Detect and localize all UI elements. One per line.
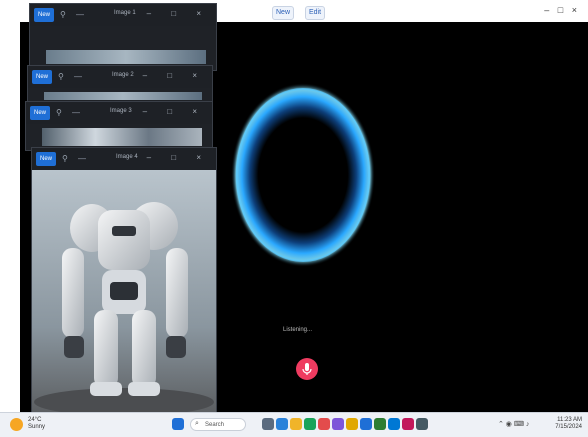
- app-icon-7[interactable]: [388, 418, 400, 430]
- app-icon-2[interactable]: [318, 418, 330, 430]
- orb-ring: [231, 83, 375, 267]
- app-icon-6[interactable]: [374, 418, 386, 430]
- start-icon[interactable]: [172, 418, 184, 430]
- new-button[interactable]: New: [34, 8, 54, 22]
- desktop-edge: [0, 0, 21, 412]
- clock-time: 11:23 AM: [557, 417, 582, 423]
- menu-icon[interactable]: —: [72, 108, 80, 117]
- pin-icon[interactable]: ⚲: [56, 108, 62, 117]
- app-icon-3[interactable]: [332, 418, 344, 430]
- app-icon-9[interactable]: [416, 418, 428, 430]
- folder-icon[interactable]: [290, 418, 302, 430]
- image-preview-strip: [44, 92, 202, 100]
- app-icon-4[interactable]: [346, 418, 358, 430]
- window-title: Image 4: [116, 154, 138, 160]
- image-preview-strip: [42, 128, 202, 146]
- window-controls[interactable]: – □ ×: [143, 107, 206, 116]
- orb-svg: [231, 83, 375, 267]
- menu-icon[interactable]: —: [78, 154, 86, 163]
- window-controls[interactable]: – □ ×: [544, 5, 580, 15]
- glowing-orb: [228, 80, 378, 270]
- pin-icon[interactable]: ⚲: [60, 10, 66, 19]
- window-title: Image 3: [110, 108, 132, 114]
- window-titlebar[interactable]: New ⚲ — Image 2 – □ ×: [28, 66, 212, 88]
- clock-date: 7/15/2024: [555, 424, 582, 430]
- status-caption: Listening...: [283, 327, 313, 333]
- top-button-b[interactable]: Edit: [305, 6, 326, 20]
- pin-icon[interactable]: ⚲: [58, 72, 64, 81]
- window-titlebar[interactable]: New ⚲ — Image 3 – □ ×: [26, 102, 212, 124]
- app-icon-8[interactable]: [402, 418, 414, 430]
- system-tray-icons[interactable]: ⌃ ◉ ⌨ ♪: [498, 420, 529, 428]
- window-controls[interactable]: – □ ×: [143, 71, 206, 80]
- pin-icon[interactable]: ⚲: [62, 154, 68, 163]
- top-button-a[interactable]: New: [272, 6, 295, 20]
- app-icon-1[interactable]: [276, 418, 288, 430]
- new-button[interactable]: New: [32, 70, 52, 84]
- image-preview-strip: [46, 50, 206, 64]
- new-button[interactable]: New: [36, 152, 56, 166]
- window-title: Image 1: [114, 10, 136, 16]
- image-window-3[interactable]: New ⚲ — Image 3 – □ ×: [26, 102, 212, 150]
- image-window-1[interactable]: New ⚲ — Image 1 – □ ×: [30, 4, 216, 70]
- mic-icon: [302, 363, 312, 375]
- new-button[interactable]: New: [30, 106, 50, 120]
- search-icon: ⌕: [195, 420, 199, 427]
- window-controls[interactable]: – □ ×: [147, 153, 210, 162]
- menu-icon[interactable]: —: [76, 10, 84, 19]
- menu-icon[interactable]: —: [74, 72, 82, 81]
- chrome-icon[interactable]: [304, 418, 316, 430]
- taskbar: 24°C Sunny Search ⌕ ⌃ ◉ ⌨ ♪ 11:23 AM 7/1…: [0, 412, 588, 437]
- clock[interactable]: 11:23 AM 7/15/2024: [555, 417, 582, 431]
- app-icon-5[interactable]: [360, 418, 372, 430]
- task-view-icon[interactable]: [262, 418, 274, 430]
- window-titlebar[interactable]: New ⚲ — Image 1 – □ ×: [30, 4, 216, 26]
- weather-temp: 24°C: [28, 417, 42, 423]
- weather-icon[interactable]: [10, 418, 23, 431]
- weather-desc: Sunny: [28, 424, 46, 430]
- image-window-2[interactable]: New ⚲ — Image 2 – □ ×: [28, 66, 212, 102]
- window-controls[interactable]: – □ ×: [147, 9, 210, 18]
- robot-image: [32, 170, 216, 412]
- image-window-4[interactable]: New ⚲ — Image 4 – □ ×: [32, 148, 216, 412]
- window-title: Image 2: [112, 72, 134, 78]
- window-titlebar[interactable]: New ⚲ — Image 4 – □ ×: [32, 148, 216, 170]
- weather-widget[interactable]: 24°C Sunny: [28, 417, 45, 431]
- mic-button[interactable]: [296, 358, 318, 380]
